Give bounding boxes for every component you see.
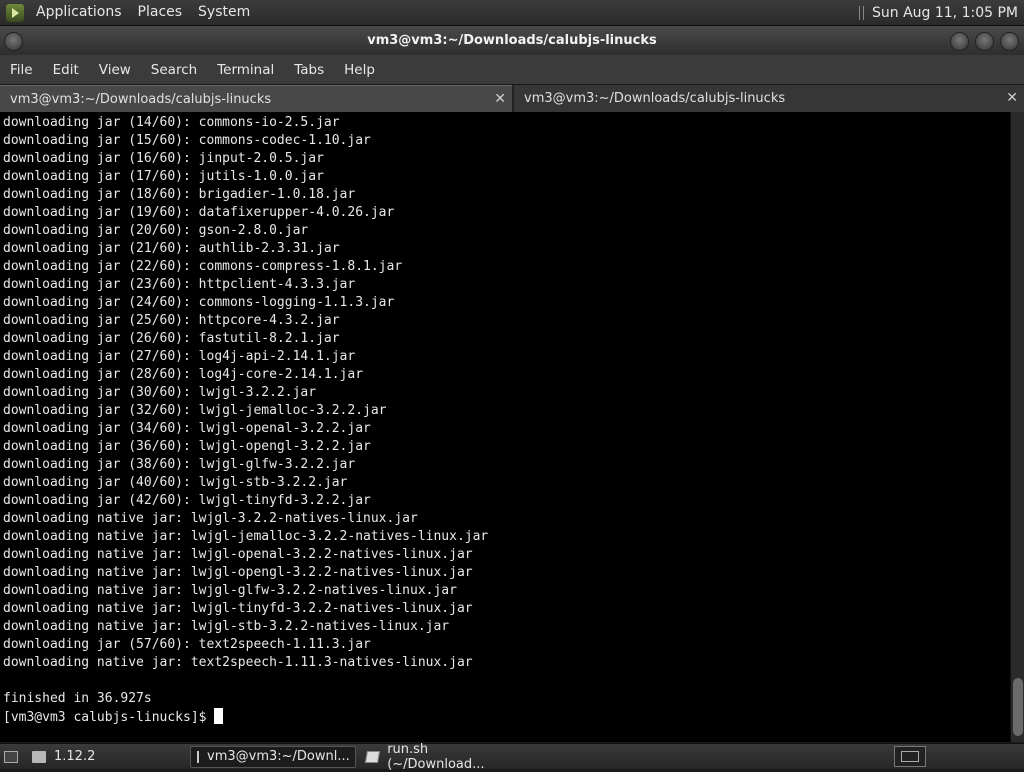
terminal-menubar: File Edit View Search Terminal Tabs Help xyxy=(0,55,1024,84)
terminal-line: downloading jar (24/60): commons-logging… xyxy=(3,295,395,310)
terminal-line: downloading jar (40/60): lwjgl-stb-3.2.2… xyxy=(3,475,348,490)
tab-1[interactable]: vm3@vm3:~/Downloads/calubjs-linucks ✕ xyxy=(0,85,512,112)
terminal-line: downloading jar (34/60): lwjgl-openal-3.… xyxy=(3,421,371,436)
scrollbar-thumb[interactable] xyxy=(1013,678,1023,736)
terminal-line: downloading jar (26/60): fastutil-8.2.1.… xyxy=(3,331,340,346)
tab-close-icon[interactable]: ✕ xyxy=(1006,85,1018,112)
workspace-switcher[interactable] xyxy=(894,746,926,767)
folder-icon xyxy=(32,750,46,763)
tab-2[interactable]: vm3@vm3:~/Downloads/calubjs-linucks ✕ xyxy=(512,85,1024,112)
terminal-line: downloading jar (19/60): datafixerupper-… xyxy=(3,205,395,220)
terminal-text: downloading jar (14/60): commons-io-2.5.… xyxy=(0,112,1010,727)
minimize-button[interactable] xyxy=(950,32,969,51)
terminal-line: downloading native jar: lwjgl-tinyfd-3.2… xyxy=(3,601,473,616)
menu-file[interactable]: File xyxy=(0,62,43,78)
show-desktop-button[interactable] xyxy=(0,746,22,768)
window-title: vm3@vm3:~/Downloads/calubjs-linucks xyxy=(367,33,657,48)
terminal-line: downloading jar (30/60): lwjgl-3.2.2.jar xyxy=(3,385,317,400)
terminal-line: downloading jar (38/60): lwjgl-glfw-3.2.… xyxy=(3,457,356,472)
terminal-line: downloading jar (23/60): httpclient-4.3.… xyxy=(3,277,356,292)
terminal-icon xyxy=(197,750,199,763)
terminal-line: downloading native jar: lwjgl-3.2.2-nati… xyxy=(3,511,418,526)
terminal-line: downloading jar (27/60): log4j-api-2.14.… xyxy=(3,349,356,364)
terminal-line: downloading jar (22/60): commons-compres… xyxy=(3,259,403,274)
terminal-line: downloading jar (42/60): lwjgl-tinyfd-3.… xyxy=(3,493,371,508)
menu-edit[interactable]: Edit xyxy=(43,62,89,78)
tab-label: vm3@vm3:~/Downloads/calubjs-linucks xyxy=(524,91,786,106)
terminal-line: downloading jar (16/60): jinput-2.0.5.ja… xyxy=(3,151,324,166)
window-titlebar[interactable]: vm3@vm3:~/Downloads/calubjs-linucks xyxy=(0,26,1024,55)
terminal-line: downloading jar (32/60): lwjgl-jemalloc-… xyxy=(3,403,387,418)
taskbar-label: run.sh (~/Download... xyxy=(387,741,485,772)
terminal-line: downloading jar (20/60): gson-2.8.0.jar xyxy=(3,223,309,238)
tab-bar: vm3@vm3:~/Downloads/calubjs-linucks ✕ vm… xyxy=(0,85,1024,112)
taskbar-label: vm3@vm3:~/Downl... xyxy=(207,749,350,764)
taskbar-item-editor[interactable]: run.sh (~/Download... xyxy=(360,742,526,772)
terminal-line: downloading jar (28/60): log4j-core-2.14… xyxy=(3,367,364,382)
terminal-line: downloading jar (57/60): text2speech-1.1… xyxy=(3,637,371,652)
bottom-panel: 1.12.2 vm3@vm3:~/Downl... run.sh (~/Down… xyxy=(0,742,1024,772)
clock[interactable]: Sun Aug 11, 1:05 PM xyxy=(872,5,1018,21)
terminal-line: downloading jar (18/60): brigadier-1.0.1… xyxy=(3,187,356,202)
menu-search[interactable]: Search xyxy=(141,62,207,78)
menu-tabs[interactable]: Tabs xyxy=(284,62,334,78)
menu-help[interactable]: Help xyxy=(334,62,385,78)
text-cursor xyxy=(214,708,224,724)
menu-view[interactable]: View xyxy=(89,62,141,78)
terminal-line: finished in 36.927s xyxy=(3,691,152,706)
terminal-scrollbar[interactable] xyxy=(1010,112,1024,742)
terminal-line: downloading native jar: text2speech-1.11… xyxy=(3,655,473,670)
tab-close-icon[interactable]: ✕ xyxy=(494,86,506,113)
terminal-line: downloading native jar: lwjgl-glfw-3.2.2… xyxy=(3,583,457,598)
terminal-line: downloading native jar: lwjgl-opengl-3.2… xyxy=(3,565,473,580)
maximize-button[interactable] xyxy=(975,32,994,51)
terminal-output[interactable]: downloading jar (14/60): commons-io-2.5.… xyxy=(0,112,1010,742)
taskbar-item-terminal[interactable]: vm3@vm3:~/Downl... xyxy=(190,745,356,768)
window-menu-icon[interactable] xyxy=(4,32,23,51)
close-window-button[interactable] xyxy=(1000,32,1019,51)
menu-terminal[interactable]: Terminal xyxy=(207,62,284,78)
tab-label: vm3@vm3:~/Downloads/calubjs-linucks xyxy=(10,92,272,107)
shell-prompt: [vm3@vm3 calubjs-linucks]$ xyxy=(3,708,1010,727)
terminal-line: downloading native jar: lwjgl-stb-3.2.2-… xyxy=(3,619,450,634)
menu-system[interactable]: System xyxy=(190,0,258,25)
terminal-line: downloading native jar: lwjgl-jemalloc-3… xyxy=(3,529,489,544)
menu-places[interactable]: Places xyxy=(130,0,191,25)
taskbar-item-folder[interactable]: 1.12.2 xyxy=(26,746,186,768)
menu-applications[interactable]: Applications xyxy=(28,0,130,25)
applications-logo-icon[interactable] xyxy=(6,3,24,22)
show-desktop-icon xyxy=(4,750,18,763)
terminal-line: downloading jar (25/60): httpcore-4.3.2.… xyxy=(3,313,340,328)
terminal-line: downloading jar (14/60): commons-io-2.5.… xyxy=(3,115,340,130)
terminal-line: downloading jar (17/60): jutils-1.0.0.ja… xyxy=(3,169,324,184)
terminal-line: downloading jar (15/60): commons-codec-1… xyxy=(3,133,371,148)
terminal-line: downloading jar (21/60): authlib-2.3.31.… xyxy=(3,241,340,256)
text-editor-icon xyxy=(364,750,381,763)
taskbar-label: 1.12.2 xyxy=(54,749,96,764)
top-panel: Applications Places System Sun Aug 11, 1… xyxy=(0,0,1024,26)
terminal-line: downloading jar (36/60): lwjgl-opengl-3.… xyxy=(3,439,371,454)
panel-handle-icon xyxy=(859,5,864,20)
clock-area[interactable]: Sun Aug 11, 1:05 PM xyxy=(859,5,1024,21)
terminal-line: downloading native jar: lwjgl-openal-3.2… xyxy=(3,547,473,562)
